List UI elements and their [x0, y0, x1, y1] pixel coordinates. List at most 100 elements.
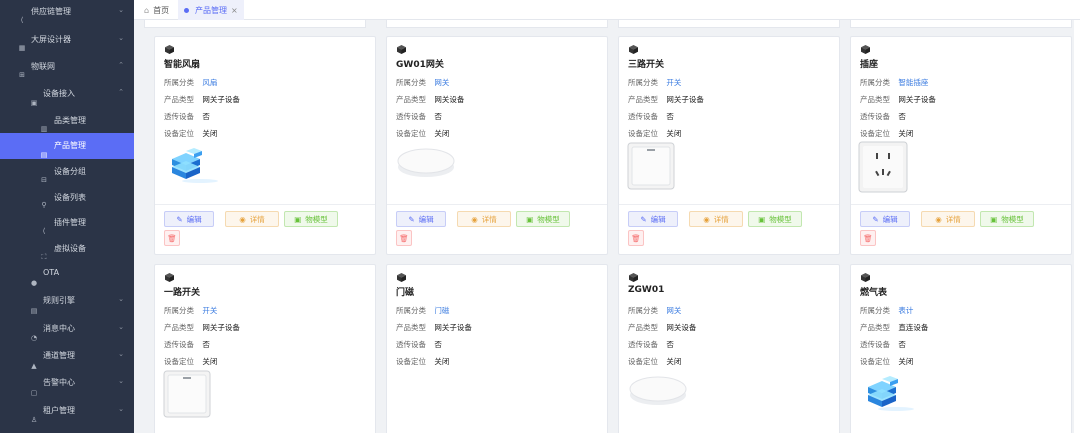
field-label: 透传设备 — [164, 112, 194, 121]
field-label: 所属分类 — [860, 306, 890, 315]
grid-icon: ▦ — [18, 44, 26, 52]
product-card[interactable]: 一路开关 所属分类 开关 产品类型 网关子设备 透传设备 否 设备定位 关闭 — [154, 264, 376, 433]
rule-icon: ▤ — [30, 307, 38, 315]
product-type-value: 网关设备 — [666, 323, 697, 332]
product-location-row: 设备定位 关闭 — [396, 128, 449, 139]
edit-button[interactable]: ✎ 编辑 — [860, 211, 910, 227]
product-category-value[interactable]: 网关 — [666, 306, 681, 315]
product-type-value: 网关子设备 — [898, 95, 936, 104]
scrollbar[interactable] — [1074, 20, 1080, 433]
product-cube-icon — [165, 273, 174, 282]
sidebar-item-14[interactable]: ▲ 通道管理 ⌄ — [0, 343, 134, 370]
product-category-value[interactable]: 风扇 — [202, 78, 217, 87]
sidebar-item-12[interactable]: ▤ 规则引擎 ⌄ — [0, 289, 134, 316]
detail-button[interactable]: ◉ 详情 — [457, 211, 511, 227]
chevron-down-icon[interactable]: ⌄ — [118, 323, 124, 331]
product-category-value[interactable]: 门磁 — [434, 306, 449, 315]
sidebar-item-2[interactable]: ▦ 大屏设计器 ⌄ — [0, 27, 134, 54]
product-card[interactable]: ZGW01 所属分类 网关 产品类型 网关设备 透传设备 否 设备定位 关闭 — [618, 264, 840, 433]
model-label: 物模型 — [1001, 214, 1024, 224]
product-title: 门磁 — [396, 288, 415, 298]
thing-model-button[interactable]: ▣ 物模型 — [516, 211, 570, 227]
detail-button[interactable]: ◉ 详情 — [225, 211, 279, 227]
product-category-value[interactable]: 网关 — [434, 78, 449, 87]
sidebar-item-9[interactable]: ⟨ 插件管理 — [0, 211, 134, 238]
list-icon: ⚲ — [41, 201, 47, 209]
thing-model-button[interactable]: ▣ 物模型 — [980, 211, 1034, 227]
edit-label: 编辑 — [650, 214, 666, 224]
sidebar-item-1[interactable]: ⟨ 供应链管理 ⌄ — [0, 0, 134, 27]
tab-bar: ⌂ 首页 产品管理 × — [134, 0, 1080, 20]
sidebar-item-8[interactable]: ⚲ 设备列表 — [0, 185, 134, 212]
edit-button[interactable]: ✎ 编辑 — [396, 211, 446, 227]
product-category-row: 所属分类 表计 — [860, 305, 913, 316]
trash-icon: 🗑 — [167, 233, 177, 243]
sidebar-item-label: 告警中心 — [43, 378, 75, 387]
trash-icon: 🗑 — [631, 233, 641, 243]
tab-home[interactable]: ⌂ 首页 — [144, 0, 169, 20]
product-passthrough-row: 透传设备 否 — [860, 111, 906, 122]
thing-model-button[interactable]: ▣ 物模型 — [284, 211, 338, 227]
sidebar-item-6[interactable]: ▤ 产品管理 — [0, 133, 134, 159]
product-category-value[interactable]: 开关 — [666, 78, 681, 87]
edit-button[interactable]: ✎ 编辑 — [628, 211, 678, 227]
chevron-down-icon[interactable]: ⌄ — [118, 295, 124, 303]
delete-button[interactable]: 🗑 — [628, 230, 644, 246]
product-category-value[interactable]: 智能插座 — [898, 78, 928, 87]
chevron-down-icon[interactable]: ⌄ — [118, 6, 124, 14]
product-cube-icon — [861, 273, 870, 282]
product-card[interactable]: GW01网关 所属分类 网关 产品类型 网关设备 透传设备 否 设备定位 关闭 … — [386, 36, 608, 255]
product-category-value[interactable]: 开关 — [202, 306, 217, 315]
sidebar-item-10[interactable]: ⛶ 虚拟设备 — [0, 237, 134, 264]
edit-button[interactable]: ✎ 编辑 — [164, 211, 214, 227]
eye-icon: ◉ — [239, 214, 246, 224]
sidebar-item-3[interactable]: ⊞ 物联网 ⌃ — [0, 54, 134, 81]
detail-button[interactable]: ◉ 详情 — [689, 211, 743, 227]
delete-button[interactable]: 🗑 — [396, 230, 412, 246]
card-bottom-strip — [850, 20, 1072, 28]
field-label: 所属分类 — [164, 78, 194, 87]
product-image — [860, 373, 916, 415]
product-type-value: 网关子设备 — [666, 95, 704, 104]
sidebar-item-label: 产品管理 — [54, 141, 86, 150]
product-category-row: 所属分类 门磁 — [396, 305, 449, 316]
sidebar-item-7[interactable]: ⊟ 设备分组 — [0, 159, 134, 186]
chevron-up-icon[interactable]: ⌃ — [118, 61, 124, 69]
chevron-down-icon[interactable]: ⌄ — [118, 405, 124, 413]
chevron-down-icon[interactable]: ⌄ — [118, 350, 124, 358]
product-title: 燃气表 — [860, 288, 888, 298]
product-card[interactable]: 智能风扇 所属分类 风扇 产品类型 网关子设备 透传设备 否 设备定位 关闭 ✎… — [154, 36, 376, 255]
product-location-row: 设备定位 关闭 — [628, 356, 681, 367]
tab-product-management[interactable]: 产品管理 × — [178, 0, 244, 20]
product-image — [858, 141, 908, 195]
thing-model-button[interactable]: ▣ 物模型 — [748, 211, 802, 227]
product-category-value[interactable]: 表计 — [898, 306, 913, 315]
chevron-down-icon[interactable]: ⌄ — [118, 377, 124, 385]
sidebar-item-15[interactable]: ▢ 告警中心 ⌄ — [0, 371, 134, 398]
sidebar-item-label: 设备分组 — [54, 167, 86, 176]
sidebar-item-11[interactable]: ● OTA — [0, 262, 134, 289]
detail-button[interactable]: ◉ 详情 — [921, 211, 975, 227]
product-card[interactable]: 插座 所属分类 智能插座 产品类型 网关子设备 透传设备 否 设备定位 关闭 ✎… — [850, 36, 1072, 255]
product-type-row: 产品类型 网关子设备 — [164, 322, 240, 333]
product-passthrough-value: 否 — [666, 112, 674, 121]
tab-product-label: 产品管理 — [195, 5, 227, 15]
delete-button[interactable]: 🗑 — [860, 230, 876, 246]
sidebar-item-label: 供应链管理 — [31, 7, 71, 16]
sidebar-item-5[interactable]: ▥ 品类管理 — [0, 108, 134, 135]
field-label: 所属分类 — [628, 306, 658, 315]
sidebar-item-16[interactable]: ♙ 租户管理 ⌄ — [0, 398, 134, 425]
sidebar-item-13[interactable]: ◔ 消息中心 ⌄ — [0, 316, 134, 343]
product-type-row: 产品类型 网关子设备 — [860, 94, 936, 105]
sidebar-item-4[interactable]: ▣ 设备接入 ⌃ — [0, 81, 134, 108]
chevron-up-icon[interactable]: ⌃ — [118, 88, 124, 96]
eye-icon: ◉ — [703, 214, 710, 224]
field-label: 所属分类 — [860, 78, 890, 87]
product-card[interactable]: 门磁 所属分类 门磁 产品类型 网关子设备 透传设备 否 设备定位 关闭 — [386, 264, 608, 433]
chevron-down-icon[interactable]: ⌄ — [118, 34, 124, 42]
product-card[interactable]: 燃气表 所属分类 表计 产品类型 直连设备 透传设备 否 设备定位 关闭 — [850, 264, 1072, 433]
product-card[interactable]: 三路开关 所属分类 开关 产品类型 网关子设备 透传设备 否 设备定位 关闭 ✎… — [618, 36, 840, 255]
product-title: 智能风扇 — [164, 60, 201, 70]
delete-button[interactable]: 🗑 — [164, 230, 180, 246]
close-icon[interactable]: × — [231, 6, 238, 15]
